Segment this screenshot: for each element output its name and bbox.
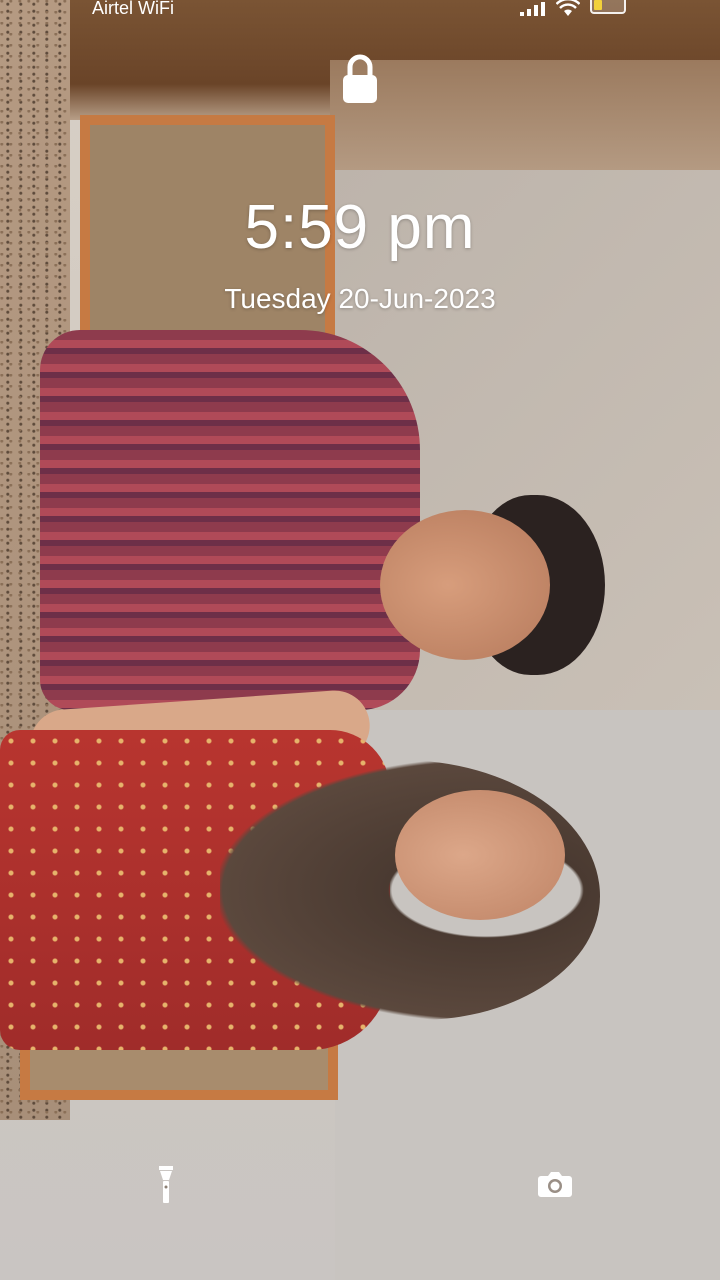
flashlight-icon — [159, 1166, 173, 1203]
camera-button[interactable] — [536, 1168, 574, 1200]
wallpaper-person-1-face — [380, 510, 550, 660]
flashlight-button[interactable] — [152, 1162, 180, 1208]
battery-icon — [590, 0, 626, 14]
signal-icon — [520, 2, 545, 16]
battery-level — [594, 0, 602, 10]
lock-icon — [343, 54, 377, 103]
wifi-icon — [556, 0, 580, 16]
lock-screen-time: 5:59 pm — [244, 193, 476, 262]
wallpaper-person-2-face — [395, 790, 565, 920]
status-bar: Airtel WiFi — [0, 0, 720, 20]
camera-icon — [538, 1172, 572, 1197]
wallpaper-wall-panel — [330, 60, 720, 170]
lock-screen-date: Tuesday 20-Jun-2023 — [224, 283, 496, 314]
carrier-name: Airtel WiFi — [92, 0, 174, 18]
wallpaper-person-1-shirt — [40, 330, 420, 710]
